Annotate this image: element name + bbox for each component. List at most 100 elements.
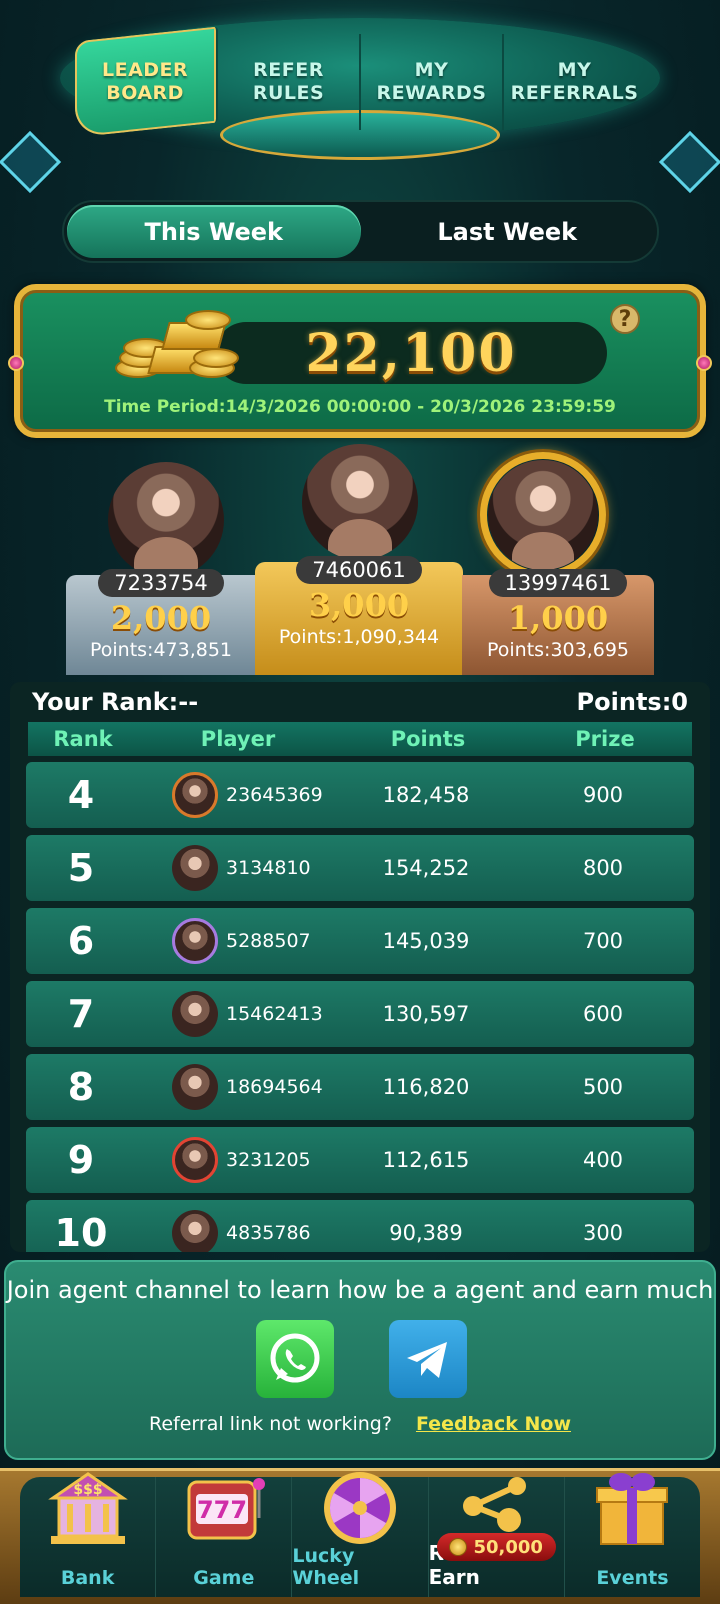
- row-prize: 700: [582, 929, 624, 953]
- bottom-nav: $$$ Bank 777 Game Lucky Wheel 50,000 Ear…: [0, 1468, 720, 1604]
- tab-my-rewards[interactable]: MY REWARDS: [361, 34, 504, 130]
- nav-game-label: Game: [193, 1567, 255, 1589]
- row-points: 90,389: [389, 1221, 463, 1245]
- table-row[interactable]: 9 3231205 112,615 400: [26, 1127, 694, 1193]
- last-week-button[interactable]: Last Week: [361, 205, 655, 258]
- first-place-points: Points:1,090,344: [278, 626, 440, 648]
- table-header: Rank Player Points Prize: [28, 722, 692, 756]
- avatar: [172, 991, 218, 1037]
- agent-channel-box: Join agent channel to learn how be a age…: [4, 1260, 716, 1460]
- gold-coins-icon: [115, 308, 239, 388]
- referral-question: Referral link not working?: [149, 1413, 392, 1435]
- table-row[interactable]: 4 23645369 182,458 900: [26, 762, 694, 828]
- first-place-pedestal: 7460061 3,000 Points:1,090,344: [255, 556, 463, 675]
- slot-machine-icon: 777: [179, 1463, 269, 1553]
- third-place-points: Points:303,695: [486, 639, 630, 661]
- row-player-id: 5288507: [226, 930, 311, 952]
- this-week-button[interactable]: This Week: [67, 205, 361, 258]
- third-place-id: 13997461: [488, 569, 628, 597]
- agent-channel-text: Join agent channel to learn how be a age…: [6, 1276, 714, 1304]
- second-place-points: Points:473,851: [89, 639, 233, 661]
- row-player-id: 18694564: [226, 1076, 323, 1098]
- avatar: [172, 918, 218, 964]
- avatar: [172, 1137, 218, 1183]
- tab-my-referrals[interactable]: MY REFERRALS: [504, 34, 645, 130]
- first-place-prize: 3,000: [308, 586, 410, 624]
- gem-right-icon: [696, 355, 712, 371]
- row-player-id: 23645369: [226, 784, 323, 806]
- prize-pool-amount: 22,100: [305, 322, 517, 384]
- row-player-id: 4835786: [226, 1222, 311, 1244]
- second-place-avatar[interactable]: [108, 462, 224, 578]
- whatsapp-icon: [270, 1333, 320, 1383]
- rank-list[interactable]: 4 23645369 182,458 900 5 3134810 154,252…: [26, 762, 694, 1252]
- avatar: [172, 1064, 218, 1110]
- second-place-pedestal: 7233754 2,000 Points:473,851: [66, 569, 256, 675]
- row-player-id: 3134810: [226, 857, 311, 879]
- nav-refer-earn[interactable]: 50,000 Refer & Earn: [429, 1477, 565, 1597]
- prize-amount-box: 22,100: [215, 322, 607, 384]
- row-player: 15462413: [136, 991, 336, 1037]
- row-points: 182,458: [382, 783, 470, 807]
- third-place-crown-frame: [480, 452, 606, 578]
- row-rank: 10: [54, 1211, 108, 1252]
- whatsapp-button[interactable]: [256, 1320, 334, 1398]
- top-tabs: LEADER BOARD REFER RULES MY REWARDS MY R…: [75, 26, 645, 138]
- nav-events[interactable]: Events: [565, 1473, 700, 1597]
- third-place-pedestal: 13997461 1,000 Points:303,695: [462, 569, 654, 675]
- nav-lucky-wheel[interactable]: Lucky Wheel: [292, 1472, 429, 1597]
- nav-game[interactable]: 777 Game: [156, 1477, 293, 1597]
- refer-reward-amount: 50,000: [473, 1536, 543, 1558]
- gem-left-icon: [8, 355, 24, 371]
- table-row[interactable]: 7 15462413 130,597 600: [26, 981, 694, 1047]
- table-row[interactable]: 8 18694564 116,820 500: [26, 1054, 694, 1120]
- row-player: 18694564: [136, 1064, 336, 1110]
- svg-text:$$$: $$$: [73, 1482, 102, 1498]
- help-icon[interactable]: ?: [610, 304, 640, 334]
- row-prize: 300: [582, 1221, 624, 1245]
- row-player-id: 3231205: [226, 1149, 311, 1171]
- bottom-nav-bar: $$$ Bank 777 Game Lucky Wheel 50,000 Ear…: [20, 1472, 700, 1597]
- row-points: 112,615: [382, 1148, 470, 1172]
- second-place-prize: 2,000: [110, 599, 212, 637]
- tab-leaderboard[interactable]: LEADER BOARD: [75, 26, 218, 138]
- gift-box-icon: [587, 1463, 677, 1553]
- nav-bank[interactable]: $$$ Bank: [20, 1472, 157, 1597]
- row-rank: 4: [67, 773, 95, 817]
- row-rank: 7: [67, 992, 95, 1036]
- row-rank: 6: [67, 919, 95, 963]
- table-row[interactable]: 6 5288507 145,039 700: [26, 908, 694, 974]
- header-prize: Prize: [575, 727, 635, 751]
- time-period: Time Period:14/3/2026 00:00:00 - 20/3/20…: [104, 397, 616, 417]
- first-place-avatar[interactable]: [302, 444, 418, 560]
- table-row[interactable]: 5 3134810 154,252 800: [26, 835, 694, 901]
- avatar: [172, 845, 218, 891]
- bank-icon: $$$: [43, 1463, 133, 1553]
- row-player: 3231205: [136, 1137, 336, 1183]
- first-place-id: 7460061: [296, 556, 422, 584]
- row-rank: 9: [67, 1138, 95, 1182]
- row-points: 130,597: [382, 1002, 470, 1026]
- row-points: 145,039: [382, 929, 470, 953]
- referral-line: Referral link not working? Feedback Now: [6, 1413, 714, 1435]
- lucky-wheel-icon: [315, 1463, 405, 1553]
- row-points: 154,252: [382, 856, 470, 880]
- row-rank: 5: [67, 846, 95, 890]
- your-rank: Your Rank:--: [32, 688, 199, 716]
- telegram-button[interactable]: [389, 1320, 467, 1398]
- second-place-id: 7233754: [98, 569, 224, 597]
- svg-text:777: 777: [197, 1496, 247, 1524]
- tab-leaderboard-label: LEADER BOARD: [102, 59, 189, 105]
- tab-disc: LEADER BOARD REFER RULES MY REWARDS MY R…: [20, 0, 700, 175]
- row-prize: 900: [582, 783, 624, 807]
- row-player-id: 15462413: [226, 1003, 323, 1025]
- nav-bank-label: Bank: [60, 1567, 115, 1589]
- feedback-now-link[interactable]: Feedback Now: [416, 1413, 571, 1435]
- tab-refer-rules[interactable]: REFER RULES: [218, 34, 361, 130]
- nav-events-label: Events: [596, 1567, 669, 1589]
- row-points: 116,820: [382, 1075, 470, 1099]
- row-rank: 8: [67, 1065, 95, 1109]
- table-row[interactable]: 10 4835786 90,389 300: [26, 1200, 694, 1252]
- row-player: 23645369: [136, 772, 336, 818]
- row-prize: 600: [582, 1002, 624, 1026]
